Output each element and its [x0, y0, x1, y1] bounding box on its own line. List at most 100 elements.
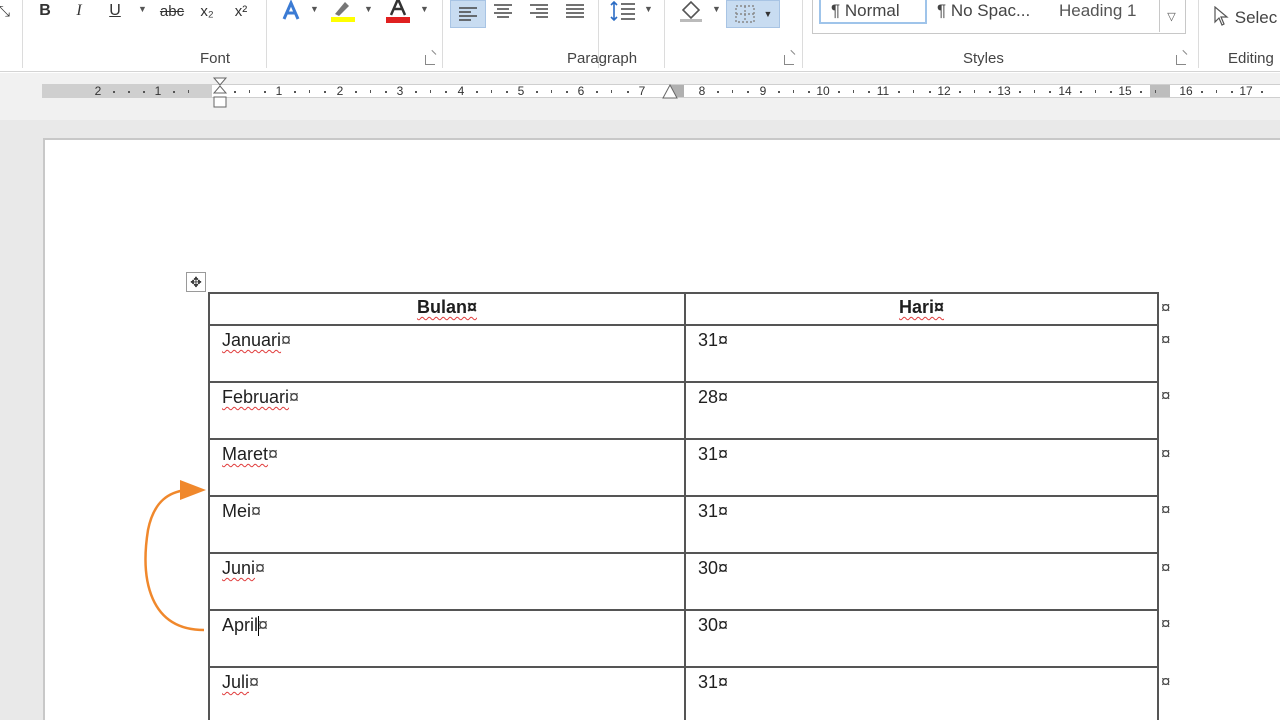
- font-dialog-launcher-icon[interactable]: [425, 55, 435, 65]
- ribbon-separator: [664, 0, 665, 68]
- ruler-dot: [1049, 91, 1051, 93]
- borders-icon: [734, 5, 755, 23]
- ruler-number: 13: [997, 84, 1011, 98]
- ruler-dot: [1110, 91, 1112, 93]
- line-spacing-dropdown-icon[interactable]: ▼: [644, 4, 653, 14]
- ruler-dot: [1019, 91, 1021, 93]
- style-heading-1[interactable]: Heading 1: [1059, 0, 1137, 24]
- ruler-dot: [596, 91, 598, 93]
- cell-end-mark: ¤: [255, 558, 266, 578]
- borders-dropdown-icon[interactable]: ▼: [764, 9, 773, 19]
- header-cell-bulan[interactable]: Bulan¤: [208, 292, 686, 326]
- paragraph-dialog-launcher-icon[interactable]: [784, 55, 794, 65]
- ruler-dot: [324, 91, 326, 93]
- ruler-dot: [778, 91, 780, 93]
- table-row: Februari¤ 28¤: [208, 381, 1159, 440]
- months-table[interactable]: Bulan¤ Hari¤ Januari¤ 31¤ Februari¤ 28¤ …: [208, 292, 1159, 720]
- cursor-arrow-icon: [1214, 5, 1229, 26]
- highlight-dropdown-icon[interactable]: ▼: [364, 4, 373, 14]
- ruler-dot: [868, 91, 870, 93]
- days-cell[interactable]: 30¤: [684, 609, 1159, 668]
- shading-dropdown-icon[interactable]: ▼: [712, 4, 721, 14]
- align-center-icon: [494, 4, 512, 18]
- days-text: 31¤: [698, 330, 729, 350]
- underline-button[interactable]: U: [104, 0, 126, 22]
- align-left-button[interactable]: [450, 0, 486, 28]
- ruler-dot: [898, 91, 900, 93]
- days-cell[interactable]: 31¤: [684, 438, 1159, 497]
- text-effects-button[interactable]: [278, 0, 304, 22]
- ruler-dot: [113, 91, 115, 93]
- borders-button[interactable]: ▼: [726, 0, 780, 28]
- row-end-mark: ¤: [1161, 558, 1171, 577]
- ruler-number: 7: [638, 84, 646, 98]
- cell-end-mark: ¤: [289, 387, 300, 407]
- days-cell[interactable]: 31¤: [684, 495, 1159, 554]
- table-move-handle[interactable]: ✥: [186, 272, 206, 292]
- indent-markers-icon[interactable]: [212, 77, 228, 113]
- cell-end-mark: ¤: [268, 444, 279, 464]
- days-cell[interactable]: 31¤: [684, 324, 1159, 383]
- shading-button[interactable]: [676, 0, 706, 22]
- ruler-number: 1: [154, 84, 162, 98]
- days-text: 31¤: [698, 672, 729, 692]
- ruler-area: 2 1 1 2 3 4 5 6 7 8 9 10 11 12 13 14 15 …: [0, 73, 1280, 120]
- superscript-button[interactable]: x²: [228, 0, 254, 22]
- days-text: 30¤: [698, 558, 729, 578]
- cell-end-mark: ¤: [251, 501, 262, 521]
- align-right-button[interactable]: [524, 0, 554, 22]
- align-center-button[interactable]: [488, 0, 518, 22]
- ruler-dot: [566, 91, 568, 93]
- highlight-button[interactable]: [328, 0, 358, 22]
- month-cell[interactable]: Juli¤: [208, 666, 686, 720]
- month-cell[interactable]: Juni¤: [208, 552, 686, 611]
- chevron-down-icon: ▽: [1167, 10, 1176, 23]
- days-cell[interactable]: 30¤: [684, 552, 1159, 611]
- styles-gallery-more-button[interactable]: ▽: [1159, 0, 1183, 32]
- select-button[interactable]: Selec: [1212, 5, 1277, 28]
- month-cell[interactable]: April¤: [208, 609, 686, 668]
- italic-button[interactable]: I: [68, 0, 90, 22]
- subscript-button[interactable]: x₂: [194, 0, 220, 22]
- days-text: 30¤: [698, 615, 729, 635]
- days-cell[interactable]: 31¤: [684, 666, 1159, 720]
- paint-bucket-icon: [680, 0, 702, 22]
- underline-dropdown-icon[interactable]: ▼: [138, 4, 147, 14]
- ribbon: ⤡ B I U ▼ abc x₂ x² ▼ ▼ ▼ Font ▼ ▼ ▼ Par…: [0, 0, 1280, 72]
- ruler-number: 6: [577, 84, 585, 98]
- ruler-number: 5: [517, 84, 525, 98]
- month-cell[interactable]: Mei¤: [208, 495, 686, 554]
- styles-dialog-launcher-icon[interactable]: [1176, 55, 1186, 65]
- header-cell-hari[interactable]: Hari¤: [684, 292, 1159, 326]
- clipboard-launcher-icon[interactable]: ⤡: [0, 0, 10, 22]
- line-spacing-button[interactable]: [608, 0, 638, 22]
- font-color-button[interactable]: [384, 0, 412, 23]
- month-cell[interactable]: Maret¤: [208, 438, 686, 497]
- ruler-dot: [1261, 91, 1263, 93]
- font-color-dropdown-icon[interactable]: ▼: [420, 4, 429, 14]
- ribbon-separator: [442, 0, 443, 68]
- ruler-tick: [853, 90, 854, 93]
- right-indent-marker-icon[interactable]: [662, 83, 678, 101]
- text-effects-dropdown-icon[interactable]: ▼: [310, 4, 319, 14]
- ribbon-separator: [266, 0, 267, 68]
- days-cell[interactable]: 28¤: [684, 381, 1159, 440]
- text-effects-icon: [282, 0, 300, 20]
- bold-button[interactable]: B: [34, 0, 56, 22]
- table-row: Juni¤ 30¤: [208, 552, 1159, 611]
- ruler-tick: [249, 90, 250, 93]
- highlighter-icon: [331, 2, 355, 22]
- ruler-dot: [445, 91, 447, 93]
- ruler-dot: [506, 91, 508, 93]
- ruler-dot: [1080, 91, 1082, 93]
- justify-button[interactable]: [560, 0, 590, 22]
- style-no-spacing[interactable]: ¶ No Spac...: [937, 0, 1030, 24]
- strikethrough-button[interactable]: abc: [156, 0, 188, 22]
- month-cell[interactable]: Januari¤: [208, 324, 686, 383]
- cell-end-mark: ¤: [258, 615, 269, 635]
- style-normal[interactable]: ¶ Normal: [819, 0, 927, 24]
- ruler-tick: [732, 90, 733, 93]
- month-text: Maret: [222, 444, 269, 464]
- month-cell[interactable]: Februari¤: [208, 381, 686, 440]
- ruler-number: 16: [1179, 84, 1193, 98]
